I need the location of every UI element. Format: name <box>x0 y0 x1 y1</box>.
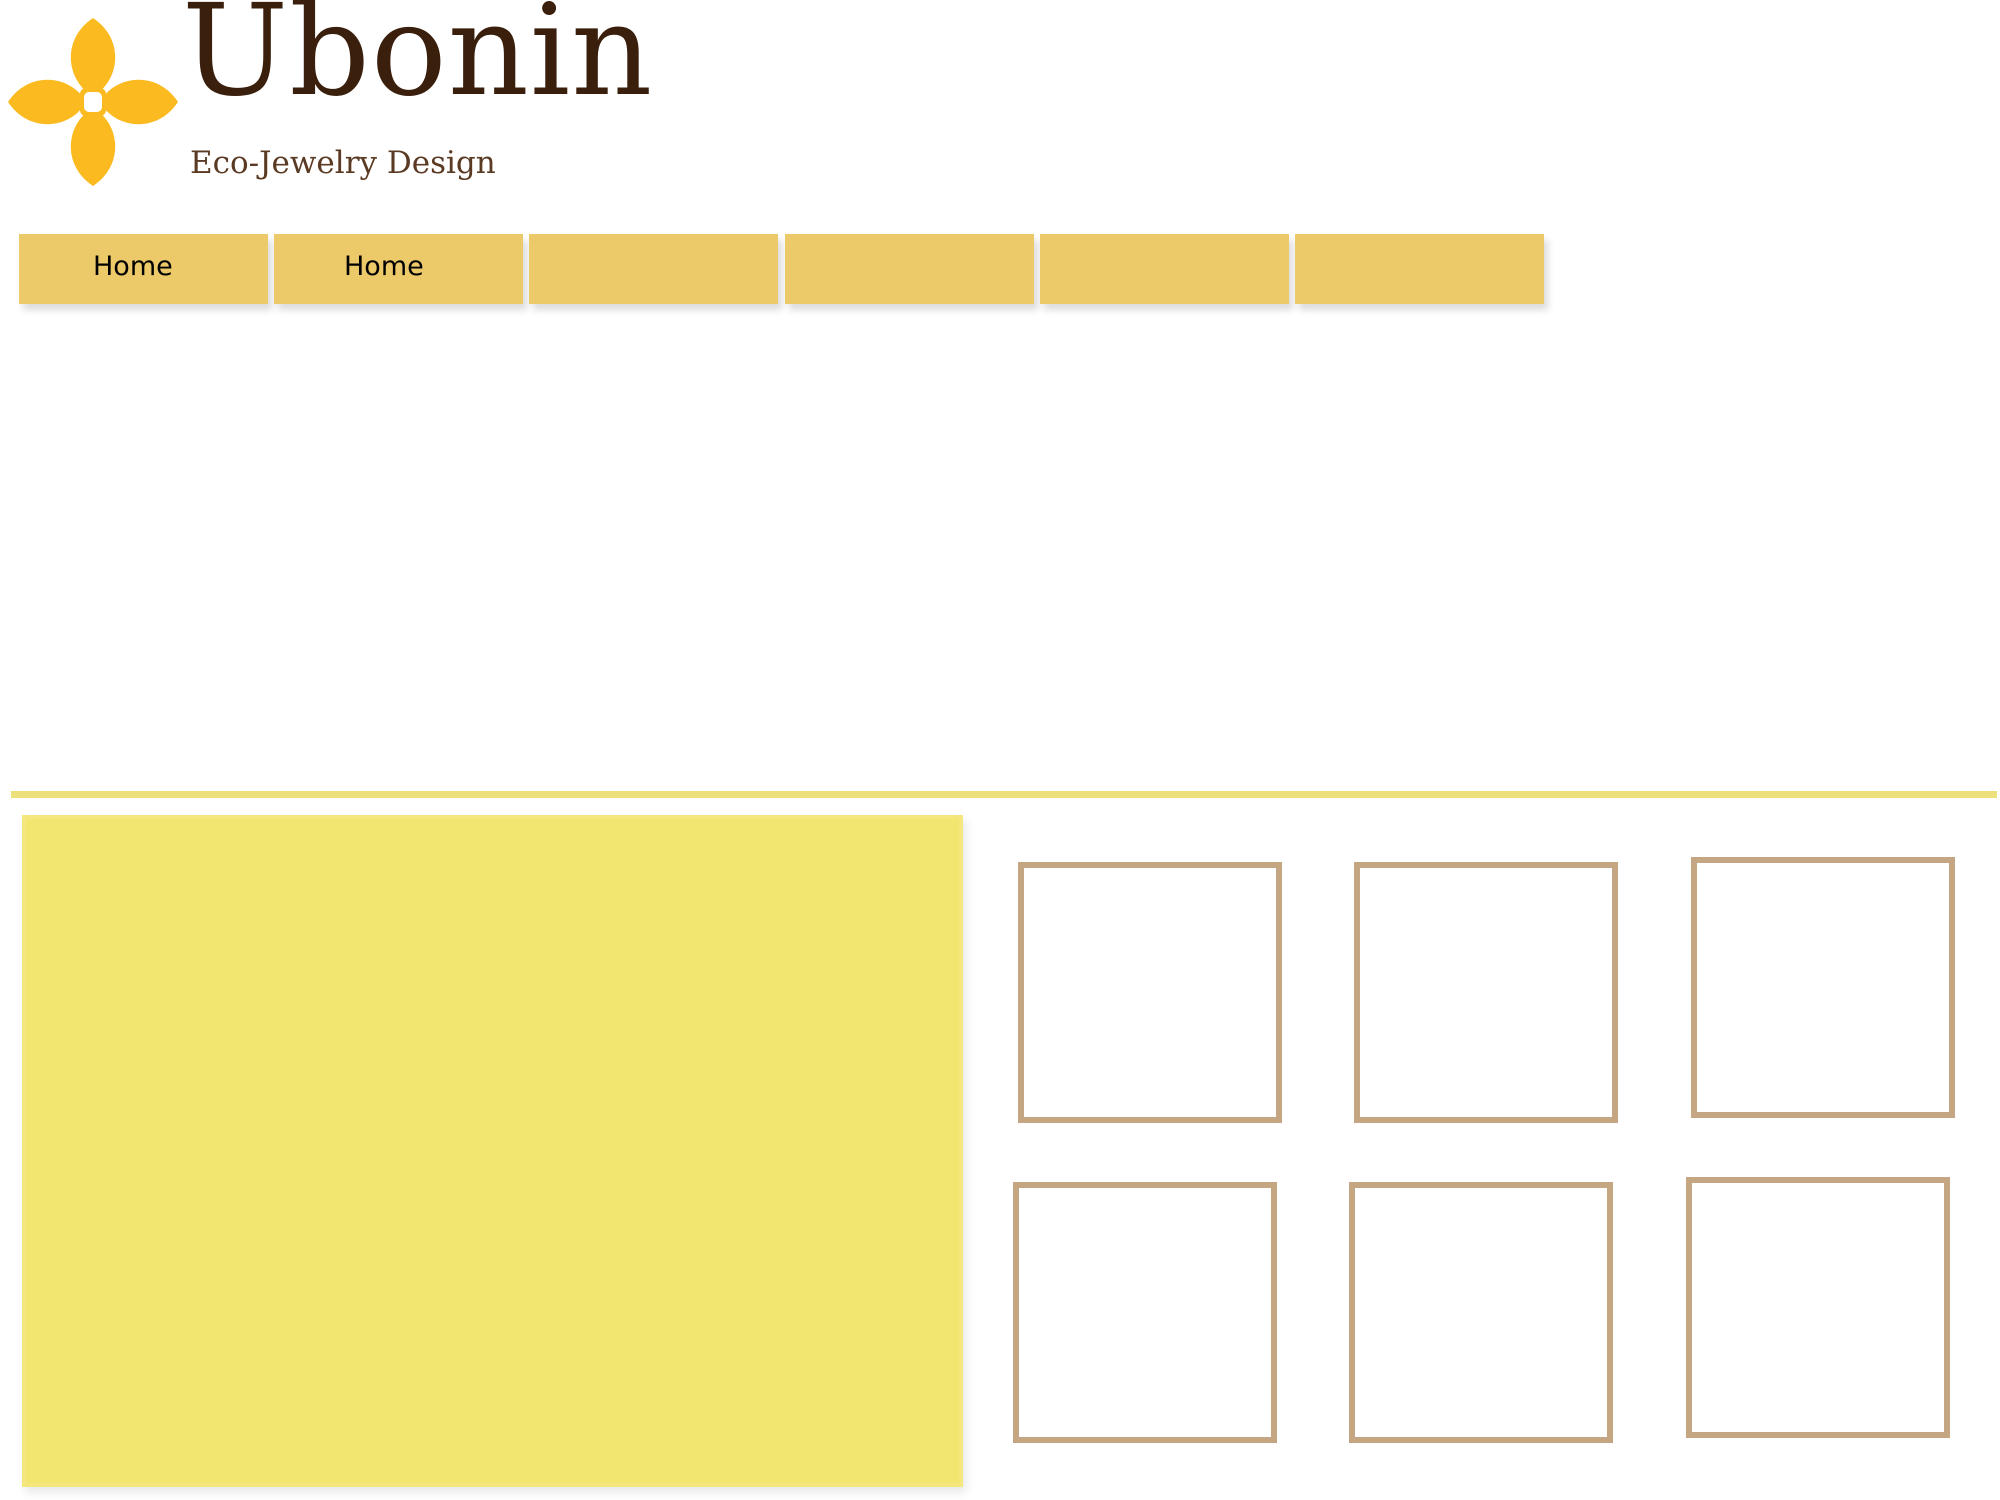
nav-item-2-label: Home <box>344 251 424 282</box>
nav-item-5[interactable] <box>1040 234 1289 304</box>
nav-item-1[interactable]: Home <box>19 234 268 304</box>
nav-item-3[interactable] <box>529 234 778 304</box>
four-petal-flower-icon <box>8 18 178 186</box>
gallery-thumbnail-1[interactable] <box>1018 862 1282 1123</box>
gallery-thumbnail-6[interactable] <box>1686 1177 1950 1438</box>
nav-item-4[interactable] <box>785 234 1034 304</box>
site-logo[interactable]: Ubonin Eco-Jewelry Design <box>0 0 652 200</box>
nav-item-6[interactable] <box>1295 234 1544 304</box>
main-navigation: Home Home <box>19 234 1547 306</box>
featured-image-panel[interactable] <box>22 815 963 1487</box>
gallery-thumbnail-2[interactable] <box>1354 862 1618 1123</box>
gallery-thumbnail-4[interactable] <box>1013 1182 1277 1443</box>
gallery-thumbnail-3[interactable] <box>1691 857 1955 1118</box>
nav-item-2[interactable]: Home <box>274 234 523 304</box>
section-divider <box>11 791 1997 798</box>
brand-wordmark: Ubonin <box>182 0 654 124</box>
brand-tagline: Eco-Jewelry Design <box>190 145 496 181</box>
nav-item-1-label: Home <box>93 251 173 282</box>
gallery-thumbnail-5[interactable] <box>1349 1182 1613 1443</box>
